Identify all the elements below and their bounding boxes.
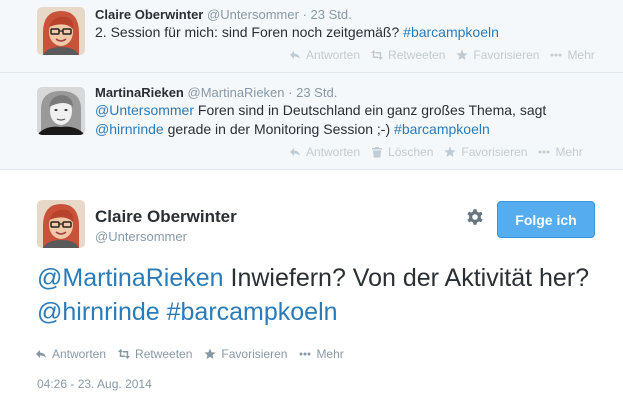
- more-icon: [538, 150, 550, 154]
- more-button[interactable]: Mehr: [550, 48, 595, 62]
- trash-icon: [372, 147, 383, 158]
- hashtag-link[interactable]: #barcampkoeln: [394, 121, 490, 137]
- reply-label: Antworten: [52, 347, 107, 361]
- tweet-actions: Antworten Retweeten Favorisieren Mehr: [35, 347, 344, 361]
- star-icon: [444, 146, 457, 157]
- retweet-label: Retweeten: [135, 347, 193, 361]
- avatar[interactable]: [37, 200, 85, 248]
- retweet-button[interactable]: Retweeten: [371, 48, 445, 62]
- reply-button[interactable]: Antworten: [35, 347, 106, 361]
- more-button[interactable]: Mehr: [299, 347, 344, 361]
- star-icon: [204, 348, 217, 359]
- retweet-icon: [371, 50, 384, 60]
- author-name[interactable]: Claire Oberwinter: [95, 7, 203, 22]
- tweet-actions: Antworten Retweeten Favorisieren Mehr: [289, 48, 595, 62]
- tweet-text-plain: gerade in der Monitoring Session ;-): [163, 121, 395, 137]
- delete-label: Löschen: [388, 145, 434, 159]
- tweet-text: @Untersommer Foren sind in Deutschland e…: [95, 101, 595, 139]
- reply-label: Antworten: [306, 145, 361, 159]
- author-name[interactable]: MartinaRieken: [95, 85, 184, 100]
- more-label: Mehr: [555, 145, 583, 159]
- mention-link[interactable]: @hirnrinde: [37, 298, 160, 326]
- favorite-label: Favorisieren: [461, 145, 528, 159]
- tweet-conversation: Claire Oberwinter @Untersommer · 23 Std.…: [0, 0, 623, 402]
- more-icon: [550, 53, 562, 57]
- author-handle[interactable]: @Untersommer: [207, 7, 299, 22]
- divider: [0, 169, 623, 170]
- separator-dot: ·: [302, 7, 307, 22]
- separator-dot: ·: [288, 85, 293, 100]
- tweet-text-plain: 2. Session für mich: sind Foren noch zei…: [95, 24, 400, 40]
- more-label: Mehr: [316, 347, 344, 361]
- reply-button[interactable]: Antworten: [289, 145, 360, 159]
- tweet-text-plain: Inwiefern? Von der Aktivität her?: [223, 264, 590, 292]
- tweet-header: MartinaRieken @MartinaRieken · 23 Std.: [95, 85, 337, 100]
- hashtag-link[interactable]: #barcampkoeln: [403, 24, 499, 40]
- star-icon: [456, 49, 469, 60]
- favorite-button[interactable]: Favorisieren: [204, 347, 287, 361]
- tweet-text-plain: Foren sind in Deutschland ein ganz große…: [194, 102, 547, 118]
- more-icon: [299, 352, 311, 356]
- favorite-label: Favorisieren: [221, 347, 288, 361]
- author-handle[interactable]: @Untersommer: [95, 229, 187, 244]
- reply-icon: [290, 51, 300, 59]
- tweet-text: 2. Session für mich: sind Foren noch zei…: [95, 23, 595, 42]
- tweet-time[interactable]: 23 Std.: [296, 85, 337, 100]
- context-tweet-2[interactable]: MartinaRieken @MartinaRieken · 23 Std. @…: [0, 73, 623, 169]
- tweet-timestamp[interactable]: 04:26 - 23. Aug. 2014: [37, 377, 152, 391]
- mention-link[interactable]: @hirnrinde: [95, 121, 164, 137]
- mention-link[interactable]: @MartinaRieken: [37, 264, 224, 292]
- retweet-icon: [118, 349, 131, 359]
- author-name[interactable]: Claire Oberwinter: [95, 207, 237, 227]
- reply-button[interactable]: Antworten: [289, 48, 360, 62]
- hashtag-link[interactable]: #barcampkoeln: [160, 298, 338, 326]
- tweet-header: Claire Oberwinter @Untersommer · 23 Std.: [95, 7, 352, 22]
- reply-icon: [290, 148, 300, 156]
- retweet-button[interactable]: Retweeten: [118, 347, 192, 361]
- delete-button[interactable]: Löschen: [371, 145, 433, 159]
- more-button[interactable]: Mehr: [538, 145, 583, 159]
- avatar[interactable]: [37, 87, 85, 135]
- follow-button[interactable]: Folge ich: [497, 201, 595, 238]
- mention-link[interactable]: @Untersommer: [95, 102, 194, 118]
- favorite-button[interactable]: Favorisieren: [456, 48, 539, 62]
- more-label: Mehr: [567, 48, 595, 62]
- context-tweet-1[interactable]: Claire Oberwinter @Untersommer · 23 Std.…: [0, 0, 623, 72]
- tweet-time[interactable]: 23 Std.: [311, 7, 352, 22]
- favorite-button[interactable]: Favorisieren: [444, 145, 527, 159]
- avatar[interactable]: [37, 7, 85, 55]
- favorite-label: Favorisieren: [473, 48, 540, 62]
- reply-icon: [36, 350, 46, 358]
- gear-icon[interactable]: [465, 207, 485, 227]
- reply-label: Antworten: [306, 48, 361, 62]
- tweet-actions: Antworten Löschen Favorisieren Mehr: [289, 145, 583, 159]
- retweet-label: Retweeten: [388, 48, 446, 62]
- main-tweet-text: @MartinaRieken Inwiefern? Von der Aktivi…: [37, 261, 597, 329]
- author-handle[interactable]: @MartinaRieken: [188, 85, 285, 100]
